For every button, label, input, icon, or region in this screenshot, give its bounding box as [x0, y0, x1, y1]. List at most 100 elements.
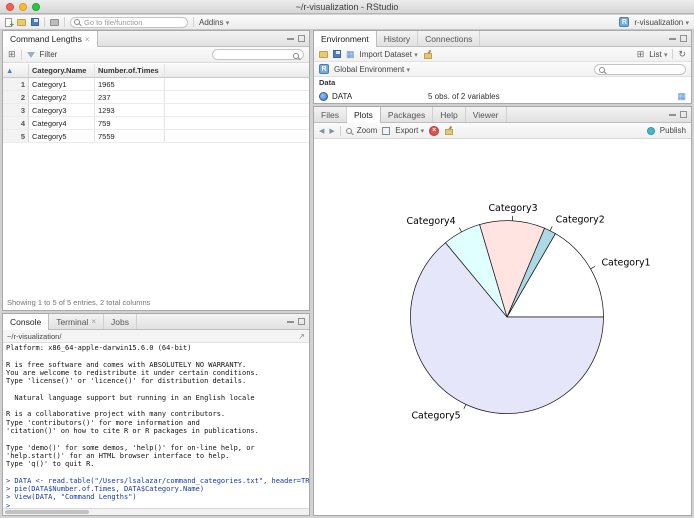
minimize-pane-icon[interactable]	[287, 320, 294, 323]
new-file-icon[interactable]	[5, 17, 14, 29]
remove-plot-icon[interactable]: ×	[429, 125, 440, 136]
chevron-down-icon: ▾	[414, 51, 418, 59]
close-tab-icon[interactable]: ×	[85, 35, 90, 44]
console-line: 'citation()' on how to cite R or R packa…	[6, 426, 259, 435]
next-plot-icon[interactable]: ▶	[329, 127, 334, 135]
row-number-header[interactable]: ▲	[3, 64, 29, 77]
tab-viewer[interactable]: Viewer	[466, 107, 507, 122]
minimize-pane-icon[interactable]	[669, 113, 676, 116]
minimize-pane-icon[interactable]	[669, 37, 676, 40]
table-row[interactable]: 5 Category5 7559	[3, 130, 309, 143]
print-icon[interactable]	[50, 18, 59, 26]
console-hscrollbar[interactable]	[3, 508, 309, 515]
popout-console-icon[interactable]: ↗	[298, 332, 305, 341]
import-dataset-label: Import Dataset	[359, 49, 412, 59]
tab-packages[interactable]: Packages	[381, 107, 434, 122]
close-window-button[interactable]	[6, 3, 14, 11]
clear-environment-icon[interactable]	[423, 50, 432, 59]
refresh-icon[interactable]: ↻	[678, 49, 686, 59]
table-cell: 1293	[95, 104, 165, 116]
zoom-button[interactable]: Zoom	[357, 126, 377, 135]
tab-terminal[interactable]: Terminal ×	[49, 314, 104, 329]
table-row[interactable]: 3 Category3 1293	[3, 104, 309, 117]
tab-label: Console	[10, 317, 42, 327]
project-menu[interactable]: r-visualization ▾	[634, 18, 689, 27]
table-row[interactable]: 1 Category1 1965	[3, 78, 309, 91]
environment-search-input[interactable]	[608, 64, 684, 74]
list-view-button[interactable]: List ▾	[649, 50, 667, 59]
console-line: R is free software and comes with ABSOLU…	[6, 360, 247, 369]
maximize-pane-icon[interactable]	[298, 318, 305, 325]
tab-history[interactable]: History	[377, 31, 419, 46]
console-output[interactable]: Platform: x86_64-apple-darwin15.6.0 (64-…	[3, 343, 309, 508]
tab-label: History	[383, 33, 411, 44]
tab-label: Viewer	[472, 109, 499, 120]
viewer-table: ▲ Category.Name Number.of.Times 1 Categor…	[3, 64, 309, 294]
table-row[interactable]: 4 Category4 759	[3, 117, 309, 130]
table-cell: 759	[95, 117, 165, 129]
zoom-icon	[345, 127, 352, 134]
tab-label: Connections	[425, 33, 473, 44]
pie-label-Category1: Category1	[601, 258, 650, 269]
tab-plots[interactable]: Plots	[346, 107, 381, 123]
tab-jobs[interactable]: Jobs	[104, 314, 137, 329]
console-pane: Console Terminal × Jobs ~/r-visualization…	[2, 313, 310, 516]
goto-file-input[interactable]	[70, 16, 188, 28]
tab-label: Command Lengths	[10, 34, 82, 44]
filter-button[interactable]: Filter	[40, 50, 58, 59]
filter-icon	[26, 51, 35, 58]
viewer-search-input[interactable]	[216, 50, 292, 59]
maximize-pane-icon[interactable]	[298, 35, 305, 42]
tab-files[interactable]: Files	[314, 107, 347, 122]
pie-chart: Category1 Category2 Category3 Category4 Cate…	[407, 203, 651, 422]
zoom-window-button[interactable]	[32, 3, 40, 11]
environment-entry-DATA[interactable]: DATA 5 obs. of 2 variables ▦	[314, 89, 691, 103]
column-header[interactable]: Category.Name	[29, 64, 95, 77]
environment-toolbar: ▦ Import Dataset ▾ ⊞ List ▾ ↻	[314, 47, 691, 62]
chevron-down-icon: ▾	[685, 19, 689, 27]
viewer-toolbar: ⊞ Filter	[3, 47, 309, 63]
clear-plots-icon[interactable]	[444, 126, 454, 135]
chevron-down-icon: ▾	[420, 128, 425, 135]
row-number-cell: 4	[3, 117, 29, 129]
environment-scope-selector[interactable]: Global Environment ▾	[334, 65, 410, 74]
previous-plot-icon[interactable]: ◀	[319, 127, 324, 135]
table-row[interactable]: 2 Category2 237	[3, 91, 309, 104]
import-dataset-button[interactable]: Import Dataset ▾	[360, 50, 418, 59]
tab-console[interactable]: Console	[3, 314, 50, 330]
export-button[interactable]: Export ▾	[395, 126, 424, 135]
maximize-pane-icon[interactable]	[680, 35, 687, 42]
minimize-pane-icon[interactable]	[287, 37, 294, 40]
table-cell: Category4	[29, 117, 95, 129]
save-workspace-icon[interactable]	[333, 50, 341, 58]
project-label: r-visualization	[634, 17, 684, 27]
close-tab-icon[interactable]: ×	[91, 317, 96, 326]
column-header[interactable]: Number.of.Times	[95, 64, 165, 77]
save-icon[interactable]	[31, 18, 39, 26]
addins-menu[interactable]: Addins ▾	[199, 18, 229, 27]
tab-connections[interactable]: Connections	[418, 31, 481, 46]
load-workspace-icon[interactable]	[319, 50, 328, 58]
export-label: Export	[395, 126, 419, 135]
tab-label: Packages	[387, 109, 426, 120]
titlebar: ~/r-visualization - RStudio	[0, 0, 694, 14]
publish-button[interactable]: Publish	[660, 126, 686, 135]
plots-tabbar: Files Plots Packages Help Viewer	[314, 107, 691, 123]
table-cell: Category2	[29, 91, 95, 103]
tab-help[interactable]: Help	[433, 107, 466, 122]
table-cell: 7559	[95, 130, 165, 142]
data-object-icon	[319, 91, 328, 101]
tab-command-lengths[interactable]: Command Lengths ×	[3, 31, 98, 47]
open-file-icon[interactable]	[17, 18, 26, 26]
chevron-down-icon: ▾	[663, 51, 668, 59]
console-line: Type 'q()' to quit R.	[6, 460, 95, 469]
minimize-window-button[interactable]	[19, 3, 27, 11]
tab-environment[interactable]: Environment	[314, 31, 377, 47]
object-name: DATA	[332, 91, 353, 101]
popout-table-icon[interactable]: ⊞	[8, 50, 16, 59]
maximize-pane-icon[interactable]	[680, 111, 687, 118]
view-table-icon[interactable]: ▦	[677, 91, 686, 101]
scrollbar-thumb[interactable]	[5, 510, 89, 514]
